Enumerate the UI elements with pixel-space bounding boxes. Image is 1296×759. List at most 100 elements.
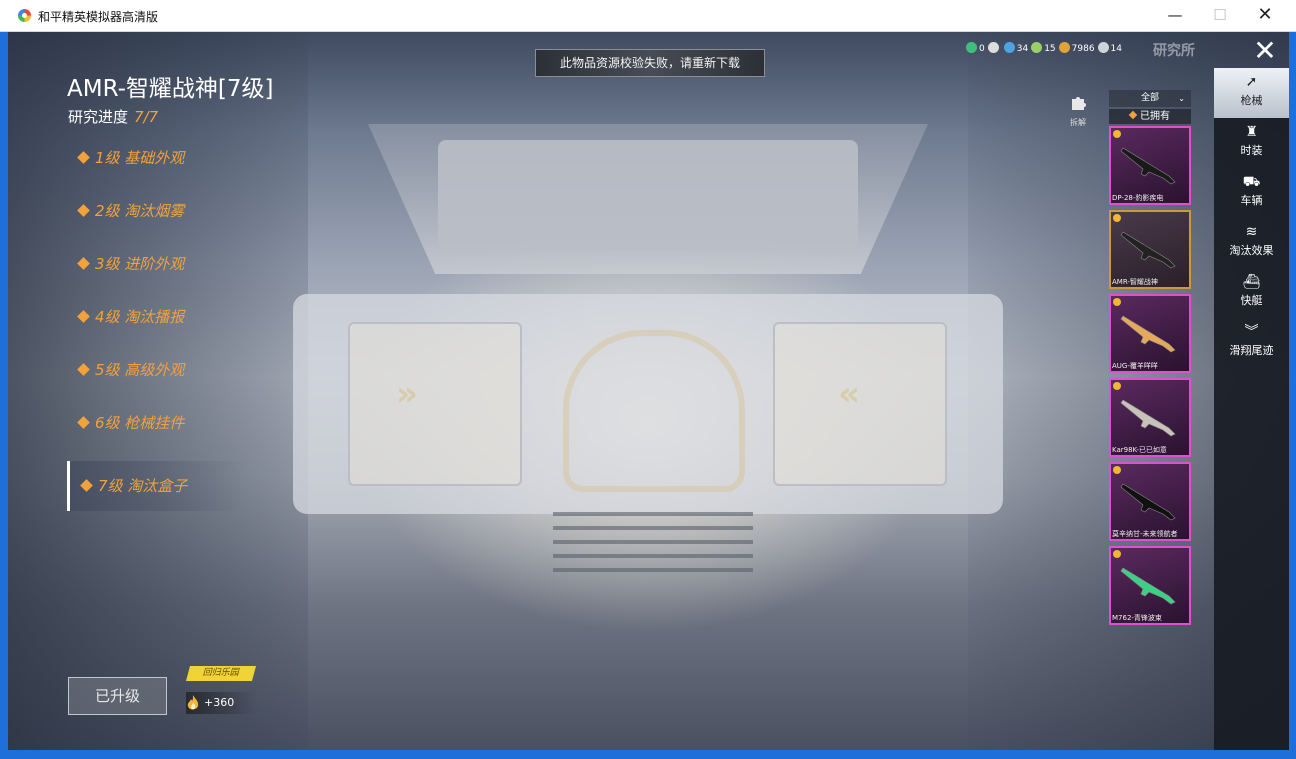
level-item-4[interactable]: 4级 淘汰播报 (67, 300, 247, 353)
rarity-badge-icon (1113, 550, 1121, 558)
effect-icon: ≋ (1245, 224, 1258, 240)
points-reward: +360 (186, 692, 256, 714)
nav-item-car[interactable]: ⛟ 车辆 (1214, 168, 1289, 218)
level-item-6[interactable]: 6级 枪械挂件 (67, 406, 247, 459)
rifle-icon (1120, 315, 1176, 353)
ceiling-panel (438, 140, 858, 250)
currency-item: 7986 (1058, 42, 1095, 54)
level-list: 1级 基础外观 2级 淘汰烟雾 3级 进阶外观 4级 淘汰播报 5级 高级外观 … (67, 141, 247, 511)
level-item-7[interactable]: 7级 淘汰盒子 (67, 461, 247, 511)
minimize-button[interactable]: — (1152, 0, 1198, 31)
close-icon[interactable]: ✕ (1246, 36, 1284, 66)
maximize-button[interactable]: ☐ (1197, 0, 1243, 31)
app-logo-icon (18, 9, 31, 22)
category-sidebar: ➚ 枪械 ♜ 时装 ⛟ 车辆 ≋ 淘汰效果 ⛴ 快艇 ︾ 滑翔尾迹 (1214, 68, 1289, 750)
points-value: +360 (204, 696, 235, 709)
rifle-icon (1120, 567, 1176, 605)
currency-item (987, 42, 1001, 54)
resource-error-notice: 此物品资源校验失败，请重新下载 (535, 49, 765, 77)
upgraded-button[interactable]: 已升级 (68, 677, 167, 715)
diamond-icon (1128, 110, 1138, 120)
decompose-button[interactable]: 拆解 (1066, 94, 1090, 128)
close-window-button[interactable]: ✕ (1242, 0, 1288, 31)
level-label: 3级 进阶外观 (95, 255, 185, 273)
right-door-panel (773, 322, 947, 486)
currency-item: 14 (1097, 42, 1122, 54)
filter-dropdown[interactable]: 全部 ⌄ (1109, 90, 1191, 107)
diamond-icon (77, 416, 90, 429)
diamond-icon (80, 479, 93, 492)
owned-label: 已拥有 (1140, 111, 1170, 122)
rifle-icon (1120, 399, 1176, 437)
chevron-right-decoration-icon: » (396, 374, 418, 414)
level-item-1[interactable]: 1级 基础外观 (67, 141, 247, 194)
research-progress-value: 7/7 (134, 108, 159, 126)
currency-item: 15 (1031, 42, 1056, 54)
rifle-icon (1120, 147, 1176, 185)
game-viewport[interactable]: » « 此物品资源校验失败，请重新下载 AMR-智耀战神[7级] 研究进度 7/7… (8, 32, 1289, 750)
level-label: 4级 淘汰播报 (95, 308, 185, 326)
clock-icon (987, 42, 999, 53)
level-item-3[interactable]: 3级 进阶外观 (67, 247, 247, 300)
nav-item-boat[interactable]: ⛴ 快艇 (1214, 268, 1289, 318)
nav-label: 时装 (1240, 144, 1263, 157)
currency-bar: 0 34 15 7986 14 (966, 42, 1125, 58)
rifle-icon (1120, 231, 1176, 269)
currency-value: 34 (1016, 44, 1029, 54)
currency-value: 15 (1044, 44, 1056, 54)
rifle-icon (1120, 483, 1176, 521)
nav-item-outfit[interactable]: ♜ 时装 (1214, 118, 1289, 168)
level-label: 5级 高级外观 (95, 361, 185, 379)
weapon-item-card[interactable]: DP-28-豹影疾电 (1109, 126, 1191, 205)
nav-item-gun[interactable]: ➚ 枪械 (1214, 68, 1289, 118)
boat-icon: ⛴ (1242, 274, 1261, 290)
rarity-badge-icon (1113, 298, 1121, 306)
research-progress: 研究进度 7/7 (68, 106, 158, 127)
nav-label: 滑翔尾迹 (1229, 344, 1274, 357)
currency-value: 7986 (1071, 44, 1095, 54)
diamond-icon (77, 204, 90, 217)
helmet-emblem (563, 330, 745, 492)
level-item-2[interactable]: 2级 淘汰烟雾 (67, 194, 247, 247)
weapon-item-name: DP-28-豹影疾电 (1112, 194, 1164, 202)
level-label: 6级 枪械挂件 (95, 414, 185, 432)
coin-icon (1058, 42, 1070, 53)
window-title: 和平精英模拟器高清版 (38, 10, 159, 24)
chevron-down-icon: ⌄ (1178, 94, 1185, 103)
nav-label: 枪械 (1240, 94, 1263, 107)
rarity-badge-icon (1113, 382, 1121, 390)
rarity-badge-icon (1113, 466, 1121, 474)
research-progress-label: 研究进度 (68, 108, 129, 126)
weapon-item-name: Kar98K-已已如意 (1112, 446, 1167, 454)
weapon-item-name: AMR-智耀战神 (1112, 278, 1158, 286)
level-item-5[interactable]: 5级 高级外观 (67, 353, 247, 406)
chevron-left-decoration-icon: « (838, 374, 860, 414)
level-label: 2级 淘汰烟雾 (95, 202, 185, 220)
currency-item: 34 (1003, 42, 1029, 54)
reward-tag: 回归乐园 (185, 666, 257, 681)
laurel-icon (1031, 42, 1043, 53)
weapon-item-card[interactable]: AUG-覆羊咩咩 (1109, 294, 1191, 373)
level-label: 1级 基础外观 (95, 149, 185, 167)
nav-label: 快艇 (1240, 294, 1263, 307)
nav-label: 淘汰效果 (1229, 244, 1274, 257)
filter-selected: 全部 (1140, 93, 1159, 103)
weapon-item-card[interactable]: AMR-智耀战神 (1109, 210, 1191, 289)
weapon-item-card[interactable]: M762-青锋波束 (1109, 546, 1191, 625)
flame-icon (187, 695, 199, 710)
globe-icon (1003, 42, 1015, 53)
nav-item-glider[interactable]: ︾ 滑翔尾迹 (1214, 318, 1289, 368)
diamond-icon (77, 151, 90, 164)
decompose-label: 拆解 (1070, 118, 1086, 127)
car-icon: ⛟ (1242, 174, 1261, 190)
currency-value: 0 (979, 44, 985, 54)
weapon-item-card[interactable]: Kar98K-已已如意 (1109, 378, 1191, 457)
weapon-item-list: DP-28-豹影疾电 AMR-智耀战神 AUG-覆羊咩咩 Kar98K-已已如意莫辛纳… (1109, 126, 1191, 630)
nav-item-effect[interactable]: ≋ 淘汰效果 (1214, 218, 1289, 268)
window-titlebar: 和平精英模拟器高清版 — ☐ ✕ (0, 0, 1296, 32)
glider-icon: ︾ (1244, 324, 1259, 340)
currency-value: 14 (1110, 44, 1122, 54)
owned-toggle[interactable]: 已拥有 (1109, 109, 1191, 124)
weapon-item-card[interactable]: 莫辛纳甘-未来领航者 (1109, 462, 1191, 541)
diamond-icon (77, 310, 90, 323)
